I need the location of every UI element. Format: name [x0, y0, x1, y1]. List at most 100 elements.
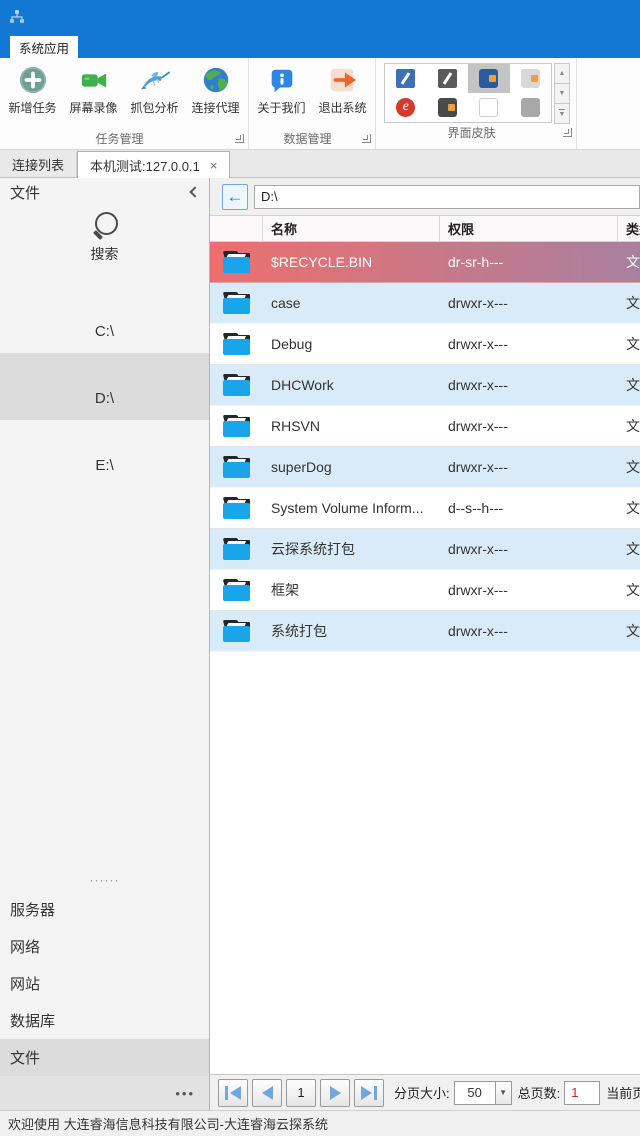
file-name: 框架: [263, 570, 440, 610]
dialog-launcher-icon[interactable]: [235, 134, 244, 143]
sidebar-item-website[interactable]: 网站: [0, 965, 209, 1002]
search-icon: [92, 212, 118, 238]
drive-label: D:\: [95, 390, 114, 407]
skin-thumbnail-office-light[interactable]: [510, 64, 552, 93]
sidebar-item-database[interactable]: 数据库: [0, 1002, 209, 1039]
nav-label: 数据库: [10, 1010, 55, 1031]
file-name: $RECYCLE.BIN: [263, 242, 440, 282]
file-type: 文件夹: [618, 365, 640, 405]
tab-local-test[interactable]: 本机测试:127.0.0.1 ×: [77, 151, 230, 178]
skin-thumbnail-office-gray[interactable]: [510, 93, 552, 122]
nav-more-button[interactable]: •••: [0, 1076, 209, 1110]
column-icon[interactable]: [210, 216, 263, 241]
table-row[interactable]: 框架 drwxr-x--- 文件夹: [210, 570, 640, 611]
exit-button[interactable]: 退出系统: [312, 60, 373, 116]
close-tab-icon[interactable]: ×: [210, 158, 218, 173]
dialog-launcher-icon[interactable]: [563, 128, 572, 137]
back-button[interactable]: ←: [222, 184, 248, 210]
skin-thumbnail-doc-dark[interactable]: [427, 64, 469, 93]
gallery-scroll-down-button[interactable]: ▼: [554, 83, 570, 104]
total-pages-value: 1: [564, 1081, 600, 1105]
status-text: 欢迎使用 大连睿海信息科技有限公司-大连睿海云探系统: [8, 1114, 328, 1133]
new-task-label: 新增任务: [8, 99, 56, 116]
file-permission: drwxr-x---: [440, 365, 618, 405]
table-row[interactable]: DHCWork drwxr-x--- 文件夹: [210, 365, 640, 406]
page-size-dropdown-icon[interactable]: ▼: [496, 1081, 512, 1105]
file-permission: drwxr-x---: [440, 406, 618, 446]
file-permission: dr-sr-h---: [440, 242, 618, 282]
file-type: 文件夹: [618, 570, 640, 610]
more-dots-icon: •••: [175, 1086, 195, 1101]
drive-item-e[interactable]: E:\: [0, 420, 209, 487]
table-row[interactable]: $RECYCLE.BIN dr-sr-h--- 文件夹: [210, 242, 640, 283]
file-name: 云探系统打包: [263, 529, 440, 569]
table-row[interactable]: superDog drwxr-x--- 文件夹: [210, 447, 640, 488]
ribbon-group-task: 新增任务 屏幕录像: [0, 58, 249, 149]
table-row[interactable]: case drwxr-x--- 文件夹: [210, 283, 640, 324]
file-permission: drwxr-x---: [440, 324, 618, 364]
column-type[interactable]: 类型: [618, 216, 640, 241]
ribbon: 新增任务 屏幕录像: [0, 58, 640, 150]
search-button[interactable]: 搜索: [0, 212, 209, 264]
skin-thumbnail-office-blue[interactable]: [468, 64, 510, 93]
down-arrow-icon: ▼: [559, 90, 566, 97]
file-type: 文件夹: [618, 324, 640, 364]
ribbon-tab-system[interactable]: 系统应用: [10, 36, 78, 58]
sidebar-item-files[interactable]: 文件: [0, 1039, 209, 1076]
skin-thumbnail-doc-blue[interactable]: [385, 64, 427, 93]
next-page-button[interactable]: [320, 1079, 350, 1107]
search-label: 搜索: [91, 244, 119, 264]
drive-list: C:\ D:\ E:\: [0, 286, 209, 487]
packet-capture-button[interactable]: 抓包分析: [124, 60, 185, 116]
ribbon-tab-row: 系统应用: [0, 36, 640, 58]
page-number-box[interactable]: 1: [286, 1079, 316, 1107]
exit-system-icon: [327, 64, 359, 96]
sidebar-item-server[interactable]: 服务器: [0, 891, 209, 928]
skin-thumbnail-e-red[interactable]: [385, 93, 427, 122]
ribbon-group-data: 关于我们 退出系统 数据管理: [249, 58, 376, 149]
file-type: 文件夹: [618, 242, 640, 282]
sidebar-title: 文件: [10, 182, 40, 203]
folder-icon: [223, 497, 251, 519]
last-page-button[interactable]: [354, 1079, 384, 1107]
gallery-more-button[interactable]: ▼: [554, 103, 570, 124]
table-row[interactable]: 云探系统打包 drwxr-x--- 文件夹: [210, 529, 640, 570]
file-name: DHCWork: [263, 365, 440, 405]
collapse-chevron-icon[interactable]: [189, 186, 200, 197]
file-permission: drwxr-x---: [440, 570, 618, 610]
proxy-button[interactable]: 连接代理: [185, 60, 246, 116]
folder-icon: [223, 292, 251, 314]
skin-thumbnail-office-dark[interactable]: [427, 93, 469, 122]
total-pages-label: 总页数:: [518, 1083, 561, 1102]
about-button[interactable]: 关于我们: [251, 60, 312, 116]
table-row[interactable]: RHSVN drwxr-x--- 文件夹: [210, 406, 640, 447]
gallery-scroll-up-button[interactable]: ▲: [554, 63, 570, 84]
table-row[interactable]: System Volume Inform... d--s--h--- 文件夹: [210, 488, 640, 529]
screen-record-button[interactable]: 屏幕录像: [63, 60, 124, 116]
tab-connection-list[interactable]: 连接列表: [0, 152, 77, 177]
table-row[interactable]: Debug drwxr-x--- 文件夹: [210, 324, 640, 365]
table-row[interactable]: 系统打包 drwxr-x--- 文件夹: [210, 611, 640, 652]
prev-page-button[interactable]: [252, 1079, 282, 1107]
file-type: 文件夹: [618, 529, 640, 569]
folder-icon: [223, 415, 251, 437]
pagination-bar: 1 分页大小: 50 ▼ 总页数: 1 当前页:: [210, 1074, 640, 1110]
new-task-button[interactable]: 新增任务: [2, 60, 63, 116]
sidebar: 文件 搜索 C:\ D:\ E:\ ······ 服务器 网络 网站 数据库 文…: [0, 178, 210, 1110]
skin-thumbnail-office-outline[interactable]: [468, 93, 510, 122]
sidebar-item-network[interactable]: 网络: [0, 928, 209, 965]
about-label: 关于我们: [257, 99, 305, 116]
page-size-select[interactable]: 50: [454, 1081, 496, 1105]
first-page-button[interactable]: [218, 1079, 248, 1107]
group-label-data: 数据管理: [253, 130, 362, 147]
skin-gallery: [384, 63, 552, 123]
drive-item-d[interactable]: D:\: [0, 353, 209, 420]
path-input[interactable]: D:\: [254, 185, 640, 209]
column-name[interactable]: 名称: [263, 216, 440, 241]
column-permission[interactable]: 权限: [440, 216, 618, 241]
drive-item-c[interactable]: C:\: [0, 286, 209, 353]
dialog-launcher-icon[interactable]: [362, 134, 371, 143]
file-name: case: [263, 283, 440, 323]
folder-icon: [223, 538, 251, 560]
current-page-label: 当前页:: [606, 1083, 640, 1102]
